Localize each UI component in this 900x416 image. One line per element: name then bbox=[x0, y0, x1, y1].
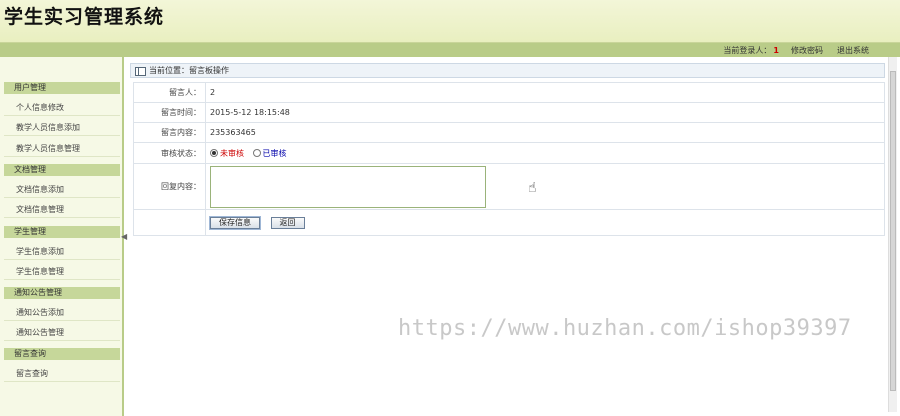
reply-textarea[interactable] bbox=[210, 166, 486, 208]
breadcrumb: 当前位置：留言板操作 bbox=[130, 63, 885, 78]
time-label: 留言时间： bbox=[133, 102, 206, 123]
form-row-author: 留言人： 2 bbox=[133, 82, 885, 103]
logout-link[interactable]: 退出系统 bbox=[837, 45, 869, 56]
sidebar-group-document[interactable]: 文档管理 bbox=[4, 164, 120, 176]
login-label: 当前登录人： bbox=[723, 46, 772, 55]
sidebar-item-student-manage[interactable]: 学生信息管理 bbox=[4, 264, 120, 280]
status-label: 审核状态： bbox=[133, 142, 206, 164]
status-unreviewed-label[interactable]: 未审核 bbox=[220, 149, 244, 158]
sidebar-item-document-add[interactable]: 文档信息添加 bbox=[4, 182, 120, 198]
scrollbar-thumb[interactable] bbox=[890, 71, 896, 391]
radio-unreviewed[interactable] bbox=[210, 148, 218, 157]
sidebar-group-user[interactable]: 用户管理 bbox=[4, 82, 120, 94]
sidebar-item-student-add[interactable]: 学生信息添加 bbox=[4, 244, 120, 260]
login-user: 1 bbox=[773, 46, 779, 55]
header: 学生实习管理系统 bbox=[0, 0, 900, 43]
window-icon bbox=[135, 67, 146, 76]
login-info: 当前登录人： 1 bbox=[723, 45, 779, 56]
reply-cell bbox=[205, 163, 885, 210]
status-options: 未审核 已审核 bbox=[205, 142, 885, 164]
change-password-link[interactable]: 修改密码 bbox=[791, 45, 823, 56]
sidebar-item-notice-manage[interactable]: 通知公告管理 bbox=[4, 325, 120, 341]
content-value: 235363465 bbox=[205, 122, 885, 143]
message-form: 留言人： 2 留言时间： 2015-5-12 18:15:48 留言内容： 23… bbox=[133, 82, 885, 236]
sidebar-item-personal-info[interactable]: 个人信息修改 bbox=[4, 100, 120, 116]
sidebar-item-message-query[interactable]: 留言查询 bbox=[4, 366, 120, 382]
sidebar-item-notice-add[interactable]: 通知公告添加 bbox=[4, 305, 120, 321]
watermark: https://www.huzhan.com/ishop39397 bbox=[398, 316, 852, 341]
sidebar-group-student[interactable]: 学生管理 bbox=[4, 226, 120, 238]
sidebar-group-notice[interactable]: 通知公告管理 bbox=[4, 287, 120, 299]
content-label: 留言内容： bbox=[133, 122, 206, 143]
form-row-time: 留言时间： 2015-5-12 18:15:48 bbox=[133, 102, 885, 123]
form-row-buttons: 保存信息 返回 bbox=[133, 209, 885, 236]
chevron-left-icon[interactable]: ◀ bbox=[121, 232, 127, 242]
hand-pointer-icon: ☝ bbox=[528, 180, 537, 196]
buttons-spacer bbox=[133, 209, 206, 236]
top-bar: 当前登录人： 1 修改密码 退出系统 bbox=[0, 43, 900, 57]
app-title: 学生实习管理系统 bbox=[4, 6, 165, 28]
author-label: 留言人： bbox=[133, 82, 206, 103]
buttons-cell: 保存信息 返回 bbox=[205, 209, 885, 236]
form-row-status: 审核状态： 未审核 已审核 bbox=[133, 142, 885, 164]
radio-reviewed[interactable] bbox=[252, 148, 261, 157]
sidebar-item-staff-manage[interactable]: 教学人员信息管理 bbox=[4, 141, 120, 157]
scrollbar[interactable] bbox=[888, 57, 897, 412]
author-value: 2 bbox=[205, 82, 885, 103]
sidebar: 用户管理 个人信息修改 教学人员信息添加 教学人员信息管理 文档管理 文档信息添… bbox=[0, 57, 124, 416]
save-button[interactable]: 保存信息 bbox=[210, 216, 260, 229]
back-button[interactable]: 返回 bbox=[270, 216, 305, 229]
status-reviewed-label[interactable]: 已审核 bbox=[263, 149, 287, 158]
sidebar-group-message[interactable]: 留言查询 bbox=[4, 348, 120, 360]
form-row-reply: 回复内容： bbox=[133, 163, 885, 210]
breadcrumb-text: 当前位置：留言板操作 bbox=[149, 66, 229, 75]
form-row-content: 留言内容： 235363465 bbox=[133, 122, 885, 143]
time-value: 2015-5-12 18:15:48 bbox=[205, 102, 885, 123]
reply-label: 回复内容： bbox=[133, 163, 206, 210]
sidebar-item-document-manage[interactable]: 文档信息管理 bbox=[4, 202, 120, 218]
sidebar-item-staff-add[interactable]: 教学人员信息添加 bbox=[4, 120, 120, 136]
